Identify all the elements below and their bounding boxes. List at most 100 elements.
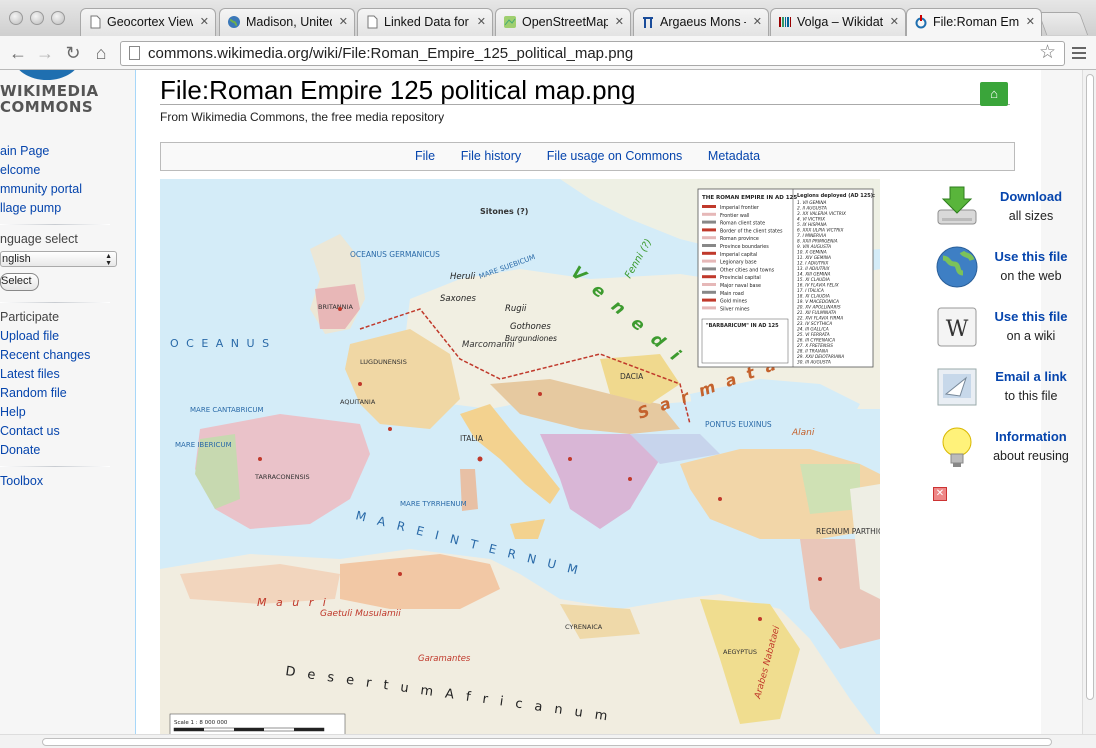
map-label-burgundiones: Burgundiones [505,334,557,343]
sidebar-item-main-page[interactable]: ain Page [0,142,134,161]
sidebar-item-latest-files[interactable]: Latest files [0,365,134,384]
close-icon[interactable]: ✕ [339,16,348,28]
close-icon[interactable]: ✕ [200,16,209,28]
browser-tab[interactable]: Volga – Wikidat ✕ [770,8,906,36]
close-icon[interactable]: ✕ [753,16,762,28]
close-icon[interactable]: ✕ [615,16,624,28]
language-select-heading: nguage select [0,232,78,246]
tab-title: Linked Data for [384,15,469,29]
action-title[interactable]: Use this file [988,248,1074,265]
file-nav-metadata[interactable]: Metadata [708,143,760,170]
action-subtitle: all sizes [1008,209,1054,223]
legend-item: Legionary base [720,260,757,266]
home-icon[interactable]: ⌂ [90,42,112,64]
address-bar[interactable]: commons.wikimedia.org/wiki/File:Roman_Em… [120,41,1065,66]
legend-item: Imperial frontier [720,205,759,211]
gadget-badge-icon[interactable]: ⌂ [980,82,1008,106]
scrollbar-thumb[interactable] [42,738,1052,746]
close-icon[interactable]: ✕ [933,487,947,501]
file-nav-file[interactable]: File [415,143,435,170]
information-action[interactable]: Information about reusing [930,422,1080,480]
legion-item: 18. XI CLAUDIA [797,294,830,300]
wikimedia-commons-logo[interactable]: WIKIMEDIA COMMONS [0,70,135,120]
download-action[interactable]: Download all sizes [930,182,1080,240]
file-nav-file-history[interactable]: File history [461,143,521,170]
legend-title: THE ROMAN EMPIRE IN AD 125 [702,195,797,201]
sidebar-item-random-file[interactable]: Random file [0,384,134,403]
use-on-wiki-action[interactable]: W Use this file on a wiki [930,302,1080,360]
map-label-mare-cantabricum: MARE CANTABRICUM [190,406,264,414]
vertical-scrollbar[interactable] [1082,70,1096,734]
sidebar-item-upload-file[interactable]: Upload file [0,327,134,346]
map-label-oceanus: O C E A N U S [170,337,271,350]
legion-item: 24. III GALLICA [797,327,829,333]
map-label-mare-tyrrhenum: MARE TYRRHENUM [400,500,467,508]
window-zoom-button[interactable] [51,11,65,25]
map-image[interactable]: O C E A N U S OCEANUS GERMANICUS MARE SU… [160,179,880,734]
browser-tab[interactable]: OpenStreetMap ✕ [495,8,631,36]
close-icon[interactable]: ✕ [1026,16,1035,28]
svg-text:W: W [946,317,969,342]
legend-item: Main road [720,291,744,297]
use-on-web-action[interactable]: Use this file on the web [930,242,1080,300]
legion-item: 22. XVI FLAVIA FIRMA [797,316,843,322]
legion-item: 4. VI VICTRIX [797,217,826,223]
legend-item: Roman province [720,236,759,242]
scrollbar-thumb[interactable] [1086,74,1094,700]
legions-title: Legions deployed (AD 125): [797,193,875,199]
close-icon[interactable]: ✕ [477,16,486,28]
sidebar-item-recent-changes[interactable]: Recent changes [0,346,134,365]
action-title[interactable]: Information [988,428,1074,445]
legend-swatch [702,290,716,294]
browser-tab-active[interactable]: File:Roman Emp ✕ [906,8,1042,36]
url-text[interactable]: commons.wikimedia.org/wiki/File:Roman_Em… [148,42,633,65]
legion-item: 8. XXII PRIMIGENIA [797,239,838,245]
legion-item: 19. V MACEDONICA [797,299,839,305]
sidebar-item-welcome[interactable]: elcome [0,161,134,180]
email-link-action[interactable]: Email a link to this file [930,362,1080,420]
action-title[interactable]: Email a link [988,368,1074,385]
map-label-lugdunensis: LUGDUNENSIS [360,358,407,366]
window-minimize-button[interactable] [30,11,44,25]
browser-tab[interactable]: Geocortex View ✕ [80,8,216,36]
legend-swatch [702,212,716,216]
logo-line1: WIKIMEDIA [0,82,99,100]
window-close-button[interactable] [9,11,23,25]
tab-title: Madison, United [246,15,332,29]
sidebar-item-community-portal[interactable]: mmunity portal [0,180,134,199]
tab-title: OpenStreetMap [522,15,608,29]
file-nav-file-usage[interactable]: File usage on Commons [547,143,682,170]
select-language-button[interactable]: Select [0,273,39,291]
sidebar-item-toolbox[interactable]: Toolbox [0,472,134,491]
divider [0,224,110,225]
close-icon[interactable]: ✕ [890,16,899,28]
action-title[interactable]: Use this file [988,308,1074,325]
sidebar-item-donate[interactable]: Donate [0,441,134,460]
sidebar-item-contact-us[interactable]: Contact us [0,422,134,441]
legion-item: 26. III CYRENAICA [797,338,835,344]
menu-icon[interactable] [1072,44,1086,62]
browser-toolbar: ← → ↻ ⌂ commons.wikimedia.org/wiki/File:… [0,36,1096,70]
legion-item: 9. VIII AUGUSTA [797,244,831,250]
horizontal-scrollbar[interactable] [0,734,1096,748]
sidebar-item-village-pump[interactable]: llage pump [0,199,134,218]
browser-tab[interactable]: Linked Data for ✕ [357,8,493,36]
browser-tab[interactable]: Argaeus Mons – ✕ [633,8,769,36]
map-label-aegyptus: AEGYPTUS [723,648,757,656]
action-title[interactable]: Download [988,188,1074,205]
browser-tab[interactable]: Madison, United ✕ [219,8,355,36]
action-subtitle: on the web [1000,269,1062,283]
map-label-aquitania: AQUITANIA [340,398,376,406]
map-label-pontus-euxinus: PONTUS EUXINUS [705,420,772,429]
sidebar-item-help[interactable]: Help [0,403,134,422]
bookmark-star-icon[interactable]: ☆ [1039,42,1056,64]
map-label-gaetuli: Gaetuli Musulamii [320,609,401,619]
forward-arrow-icon[interactable]: → [34,42,56,64]
language-dropdown[interactable]: nglish ▲ ▼ [0,251,117,267]
map-label-oceanus-germanicus: OCEANUS GERMANICUS [350,250,440,259]
map-label-regnum-parthicum: REGNUM PARTHICUM [816,527,880,536]
legion-item: 25. VI FERRATA [797,332,830,338]
back-arrow-icon[interactable]: ← [7,42,29,64]
new-tab-button[interactable] [1037,12,1089,35]
reload-icon[interactable]: ↻ [62,42,84,64]
